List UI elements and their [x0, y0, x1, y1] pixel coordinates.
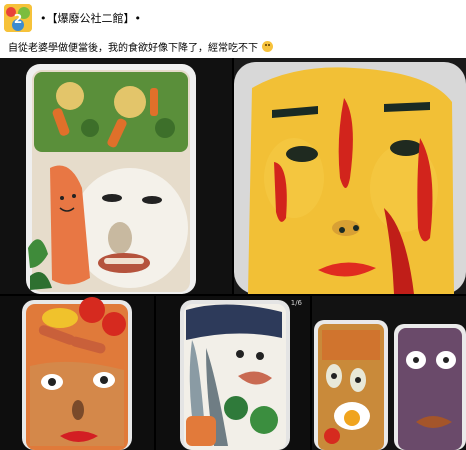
photo-spaghetti-face[interactable] — [0, 296, 154, 450]
photo-omelette-ketchup-face[interactable] — [234, 58, 466, 294]
page-avatar[interactable]: 2 — [4, 4, 32, 32]
page-title[interactable]: •【爆廢公社二館】• — [40, 10, 141, 26]
photo-bento-rice-face[interactable] — [0, 58, 232, 294]
svg-text:2: 2 — [14, 12, 22, 26]
photo-grid: 1/6 — [0, 58, 466, 450]
post-header: 2 •【爆廢公社二館】• — [0, 0, 466, 36]
post-caption: 自從老婆學做便當後，我的食欲好像下降了，經常吃不下 — [8, 39, 273, 54]
grinning-sweat-icon — [262, 41, 273, 52]
photo-fish-rice-face[interactable]: 1/6 — [156, 296, 310, 450]
photo-counter: 1/6 — [290, 299, 302, 307]
caption-text: 自從老婆學做便當後，我的食欲好像下降了，經常吃不下 — [8, 43, 258, 54]
photo-double-bento[interactable] — [312, 296, 466, 450]
